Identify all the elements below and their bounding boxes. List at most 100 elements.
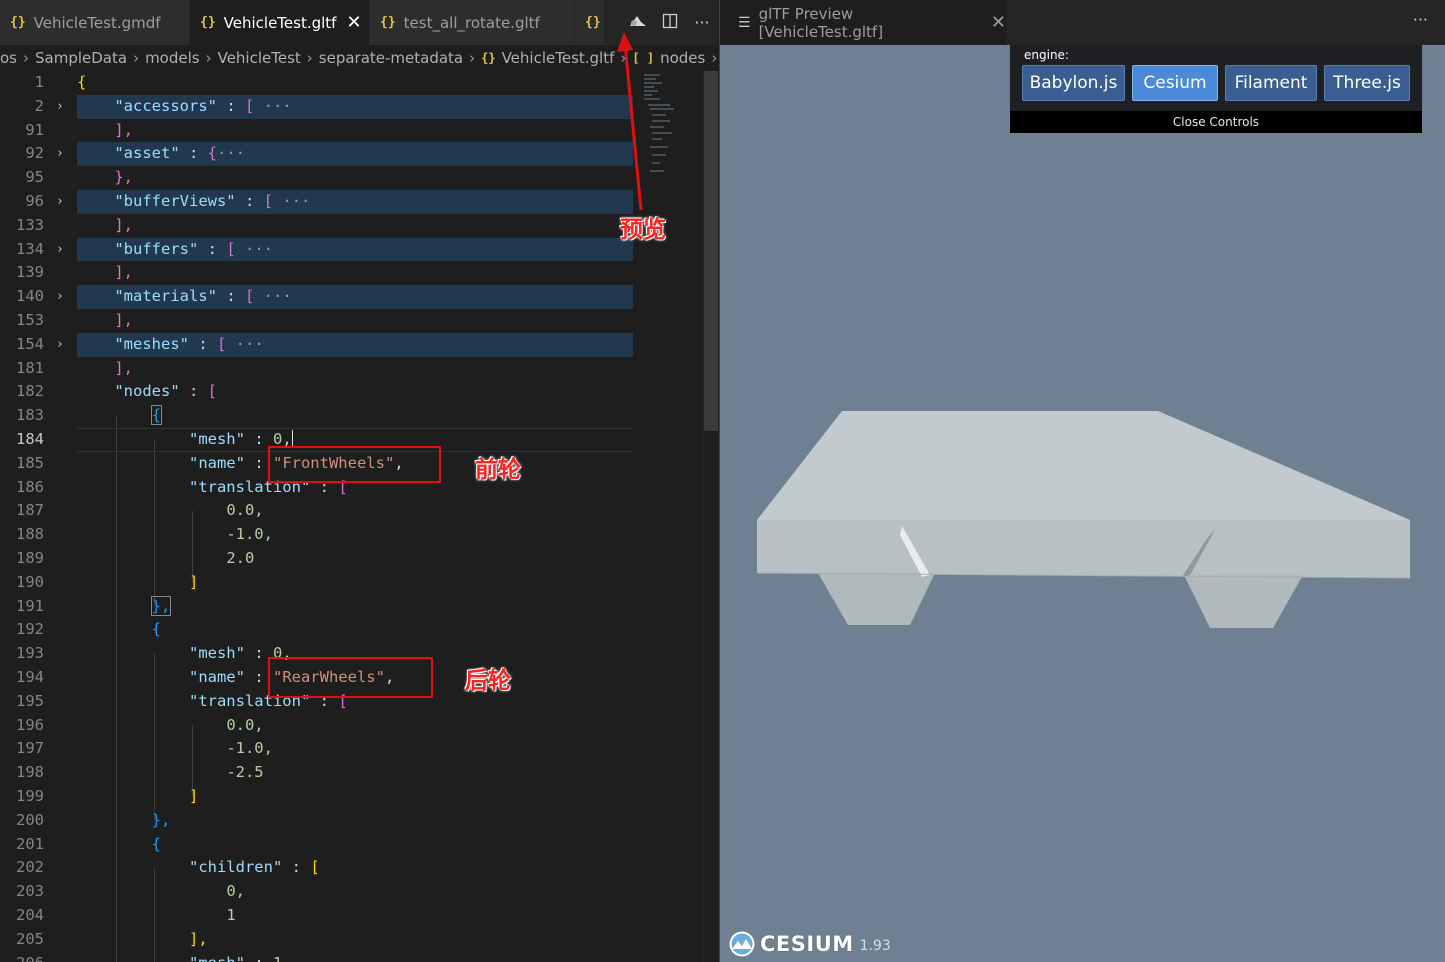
chevron-right-icon: › [711,49,718,67]
model-top-face [757,411,1410,520]
engine-label: engine: [1024,48,1069,62]
line-number: 153 [16,311,44,329]
breadcrumb-item[interactable]: VehicleTest [218,49,301,67]
code-text: { [151,620,161,639]
tab-label: VehicleTest.gltf [223,13,337,32]
code-line: 201 { [0,833,700,857]
line-number: 140 [16,287,44,306]
chevron-right-icon: › [469,49,476,67]
code-text: ], [114,311,133,329]
code-editor[interactable]: 1{ 2 › "accessors" : [ ··· 91 ], 92 › "ass… [0,71,718,962]
breadcrumb-item[interactable]: nodes [660,49,705,67]
rear-wheel [1184,575,1303,628]
close-icon[interactable]: ✕ [991,12,1006,33]
code-line: 134 › "buffers" : [ ··· [0,237,700,262]
tab-vehicletest-gltf[interactable]: {} VehicleTest.gltf ✕ [190,0,370,45]
code-line: 140 › "materials" : [ ··· [0,285,700,309]
line-number: 204 [16,906,44,924]
tab-label: glTF Preview [VehicleTest.gltf] [758,4,884,41]
code-line: 203 0, [0,880,700,904]
engine-cesium-button[interactable]: Cesium [1132,65,1218,101]
code-line: 92 › "asset" : {··· [0,142,700,167]
tab-label: test_all_rotate.gltf [403,13,540,32]
line-number: 95 [25,168,44,187]
line-number: 2 [34,96,44,115]
chevron-right-icon[interactable]: › [56,285,64,309]
code-text: }, [151,810,171,829]
breadcrumb-item[interactable]: os [0,49,17,67]
scroll-thumb[interactable] [704,71,718,431]
code-line: 96 › "bufferViews" : [ ··· [0,190,700,214]
line-number: 193 [16,644,44,663]
close-icon[interactable]: ✕ [346,12,361,33]
code-text: "children" : [ [188,858,320,877]
cesium-logo-icon [729,931,755,957]
line-number: 203 [16,882,44,901]
close-controls-button[interactable]: Close Controls [1010,111,1422,133]
code-text: 0.0, [226,501,264,520]
code-text: ], [114,215,133,234]
chevron-right-icon[interactable]: › [56,95,64,119]
json-file-icon: {} [380,15,396,30]
engine-filament-button[interactable]: Filament [1225,65,1317,101]
breadcrumb-item[interactable]: separate-metadata [319,49,463,67]
more-actions-icon[interactable]: ··· [1413,10,1428,29]
code-text: 0, [226,882,245,901]
code-line: 139 ], [0,261,700,285]
split-editor-icon[interactable] [654,13,686,33]
json-file-icon: {} [10,15,26,30]
chevron-right-icon: › [133,49,140,67]
line-number: 91 [25,120,44,139]
tab-overflow[interactable]: {} [575,0,605,45]
chevron-right-icon[interactable]: › [56,142,64,166]
code-line: 1{ [0,71,700,95]
line-number: 192 [16,620,44,639]
line-number: 185 [16,453,44,472]
line-number: 191 [16,596,44,615]
code-text: { [151,834,161,853]
line-number: 200 [16,810,44,829]
line-number: 1 [34,73,44,91]
vehicle-model [756,411,1411,628]
chevron-right-icon[interactable]: › [56,190,64,214]
annotation-rear-wheel: 后轮 [465,668,511,694]
code-line: 182 "nodes" : [ [0,380,700,404]
line-number: 187 [16,501,44,520]
code-text: ], [114,120,133,139]
cesium-logo[interactable]: CESIUM 1.93 [728,930,891,958]
code-line: 198 -2.5 [0,761,700,785]
code-line: 199 ] [0,785,700,809]
code-line: 133 ], [0,214,700,238]
code-text: "buffers" : [ ··· [114,239,274,258]
chevron-right-icon[interactable]: › [56,238,64,262]
breadcrumb-item[interactable]: models [145,49,200,67]
code-line: 202 "children" : [ [0,856,700,880]
preview-icon: ☰ [738,14,751,31]
breadcrumb: os › SampleData › models › VehicleTest › sep… [0,45,718,71]
code-line: 204 1 [0,904,700,928]
line-number: 190 [16,572,44,591]
code-text: }, [114,168,133,187]
cesium-version: 1.93 [859,938,891,954]
code-text: "mesh" : 1 [77,952,282,962]
engine-threejs-button[interactable]: Three.js [1324,65,1410,101]
engine-babylonjs-button[interactable]: Babylon.js [1022,65,1125,101]
tab-vehicletest-gmdf[interactable]: {} VehicleTest.gmdf [0,0,190,45]
json-file-icon: {} [200,15,216,30]
tab-test-all-rotate-gltf[interactable]: {} test_all_rotate.gltf [370,0,575,45]
code-text: ] [188,787,199,805]
more-actions-icon[interactable]: ··· [686,13,718,32]
3d-viewport[interactable]: engine: Babylon.js Cesium Filament Three… [720,45,1445,962]
line-number: 194 [16,668,44,686]
chevron-right-icon[interactable]: › [56,333,64,357]
engine-controls: engine: Babylon.js Cesium Filament Three… [1010,45,1422,133]
highlight-box-rear-wheels [268,657,433,698]
tab-gltf-preview[interactable]: ☰ glTF Preview [VehicleTest.gltf] ✕ [720,0,1006,45]
code-line: 197 -1.0, [0,737,700,761]
editor-tab-bar: {} VehicleTest.gmdf {} VehicleTest.gltf … [0,0,718,45]
breadcrumb-item[interactable]: VehicleTest.gltf [502,49,615,67]
code-text: ], [114,358,133,377]
vertical-scrollbar[interactable] [702,71,718,962]
preview-tab-bar: ☰ glTF Preview [VehicleTest.gltf] ✕ ··· [720,0,1445,45]
breadcrumb-item[interactable]: SampleData [35,49,127,67]
